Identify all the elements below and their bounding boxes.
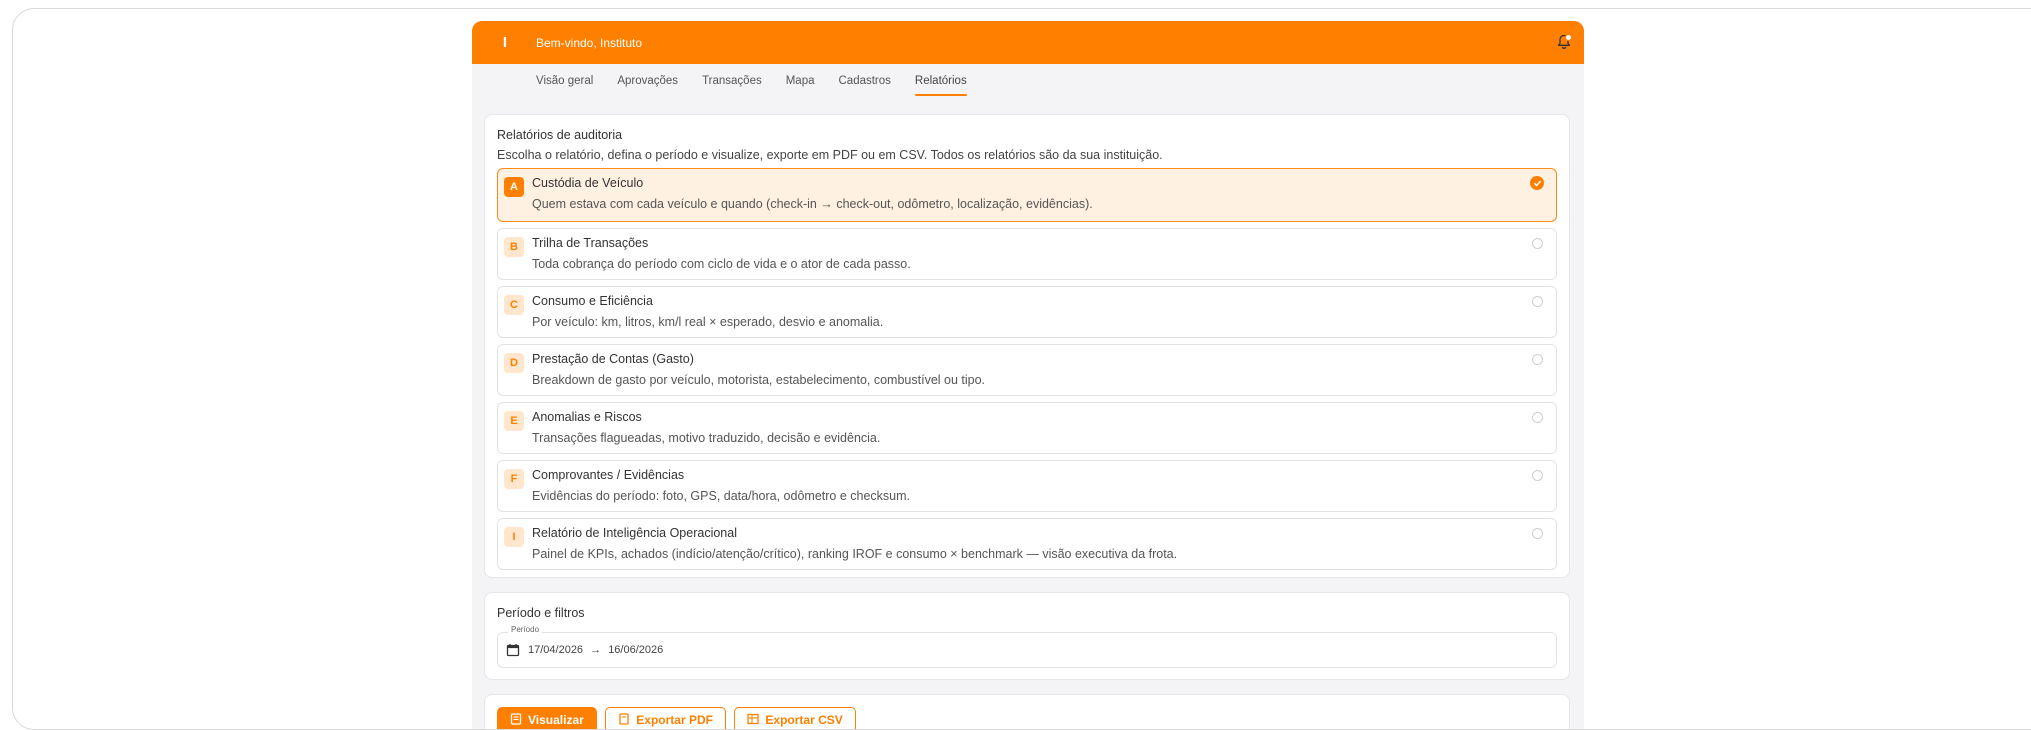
report-option-i[interactable]: I Relatório de Inteligência Operacional …: [497, 518, 1557, 570]
period-field-label: Período: [508, 625, 543, 634]
report-option-c[interactable]: C Consumo e Eficiência Por veículo: km, …: [497, 286, 1557, 338]
report-title: Relatório de Inteligência Operacional: [532, 526, 737, 540]
report-option-b[interactable]: B Trilha de Transações Toda cobrança do …: [497, 228, 1557, 280]
report-badge: E: [504, 411, 524, 431]
report-badge: I: [504, 527, 524, 547]
report-description: Quem estava com cada veículo e quando (c…: [532, 197, 1093, 211]
nav-tabs: Visão geral Aprovações Transações Mapa C…: [472, 64, 1584, 102]
report-option-a[interactable]: A Custódia de Veículo Quem estava com ca…: [497, 168, 1557, 222]
bell-icon[interactable]: [1554, 32, 1574, 52]
report-description: Toda cobrança do período com ciclo de vi…: [532, 257, 911, 271]
period-title: Período e filtros: [497, 606, 585, 620]
welcome-text: Bem-vindo, Instituto: [536, 35, 643, 50]
report-badge: F: [504, 469, 524, 489]
tab-visao-geral[interactable]: Visão geral: [524, 64, 605, 96]
tab-relatorios[interactable]: Relatórios: [903, 64, 979, 96]
report-badge: B: [504, 237, 524, 257]
radio-circle-icon[interactable]: [1532, 528, 1543, 539]
check-circle-icon: [1530, 176, 1544, 190]
report-description: Transações flagueadas, motivo traduzido,…: [532, 431, 881, 445]
top-bar: I Bem-vindo, Instituto: [472, 21, 1584, 64]
report-title: Trilha de Transações: [532, 236, 649, 250]
report-option-f[interactable]: F Comprovantes / Evidências Evidências d…: [497, 460, 1557, 512]
view-button-label: Visualizar: [528, 713, 584, 727]
report-option-e[interactable]: E Anomalias e Riscos Transações flaguead…: [497, 402, 1557, 454]
logo: I: [502, 34, 508, 51]
app-window: I Bem-vindo, Instituto Visão geral Aprov…: [472, 21, 1584, 729]
calendar-icon: [506, 643, 520, 657]
report-badge: C: [504, 295, 524, 315]
export-pdf-button[interactable]: Exportar PDF: [605, 707, 726, 729]
radio-circle-icon[interactable]: [1532, 354, 1543, 365]
table-icon: [747, 713, 760, 728]
export-csv-label: Exportar CSV: [765, 713, 843, 727]
export-pdf-label: Exportar PDF: [636, 713, 713, 727]
report-badge: D: [504, 353, 524, 373]
report-title: Consumo e Eficiência: [532, 294, 653, 308]
period-end: 16/06/2026: [608, 644, 664, 656]
tab-cadastros[interactable]: Cadastros: [827, 64, 903, 96]
period-card: Período e filtros Período 17/04/2026 → 1…: [484, 592, 1570, 680]
period-value: 17/04/2026 → 16/06/2026: [528, 644, 663, 656]
view-button[interactable]: Visualizar: [497, 707, 597, 729]
radio-circle-icon[interactable]: [1532, 412, 1543, 423]
pdf-icon: [618, 712, 630, 728]
report-badge: A: [504, 177, 524, 197]
tab-transacoes[interactable]: Transações: [690, 64, 774, 96]
report-title: Comprovantes / Evidências: [532, 468, 685, 482]
notification-dot: [1565, 34, 1572, 41]
report-option-d[interactable]: D Prestação de Contas (Gasto) Breakdown …: [497, 344, 1557, 396]
radio-circle-icon[interactable]: [1532, 296, 1543, 307]
report-title: Custódia de Veículo: [532, 176, 644, 190]
document-icon: [510, 712, 522, 728]
reports-title: Relatórios de auditoria: [497, 128, 623, 142]
radio-circle-icon[interactable]: [1532, 238, 1543, 249]
export-csv-button[interactable]: Exportar CSV: [734, 707, 856, 729]
period-arrow: →: [590, 644, 602, 656]
report-title: Prestação de Contas (Gasto): [532, 352, 694, 366]
period-field[interactable]: Período 17/04/2026 → 16/06/2026: [497, 625, 1557, 668]
reports-subtitle: Escolha o relatório, defina o período e …: [497, 148, 1163, 162]
report-description: Por veículo: km, litros, km/l real × esp…: [532, 315, 884, 329]
tab-aprovacoes[interactable]: Aprovações: [605, 64, 690, 96]
report-description: Painel de KPIs, achados (indício/atenção…: [532, 547, 1178, 561]
reports-card: Relatórios de auditoria Escolha o relató…: [484, 114, 1570, 578]
tab-mapa[interactable]: Mapa: [774, 64, 827, 96]
report-description: Breakdown de gasto por veículo, motorist…: [532, 373, 986, 387]
report-description: Evidências do período: foto, GPS, data/h…: [532, 489, 910, 503]
period-start: 17/04/2026: [528, 644, 584, 656]
report-title: Anomalias e Riscos: [532, 410, 642, 424]
actions-card: Visualizar Exportar PDF Exportar CSV: [484, 694, 1570, 729]
radio-circle-icon[interactable]: [1532, 470, 1543, 481]
